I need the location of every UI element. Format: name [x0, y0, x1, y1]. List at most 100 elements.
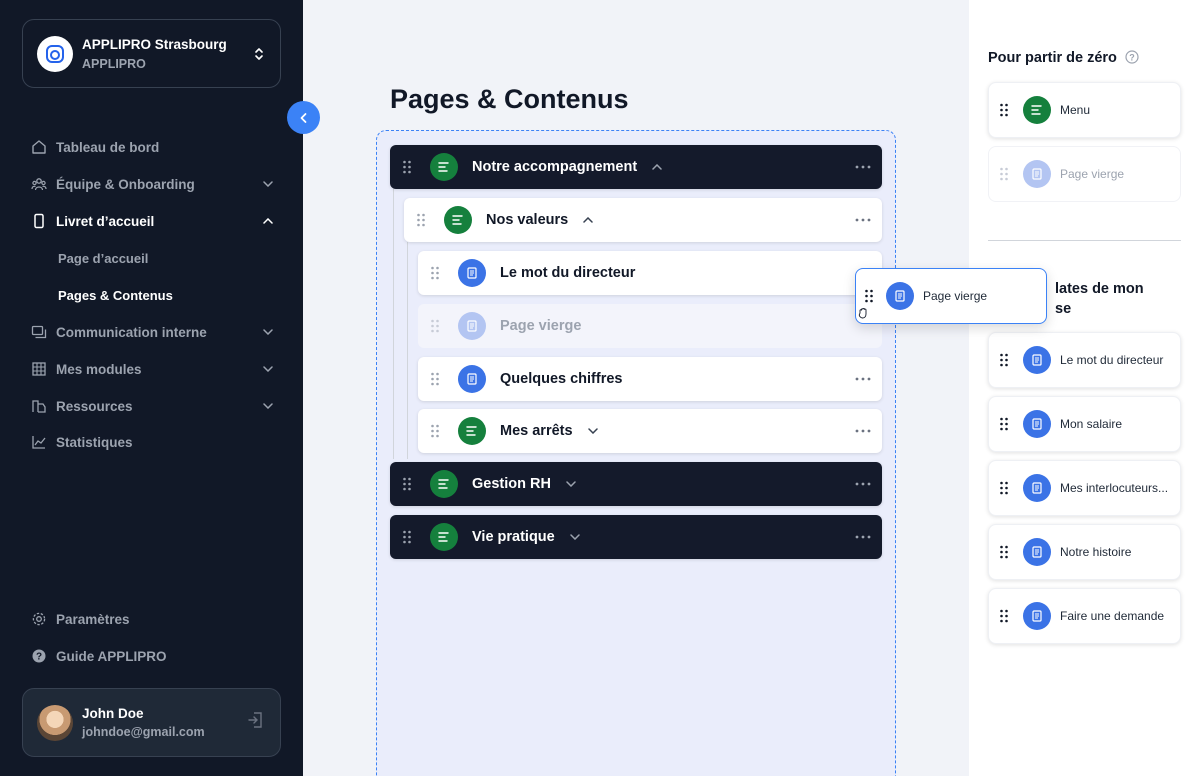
more-options-icon — [855, 377, 871, 381]
dragged-block-card[interactable]: Page vierge — [855, 268, 1047, 324]
grid-icon — [30, 360, 48, 378]
nav-item-statistics[interactable]: Statistiques — [30, 430, 275, 454]
resources-icon — [30, 397, 48, 415]
logout-icon[interactable] — [246, 710, 266, 735]
drag-handle-icon — [431, 319, 439, 333]
drag-handle-icon — [431, 266, 439, 280]
more-options-icon — [855, 429, 871, 433]
page-icon — [886, 282, 914, 310]
block-card-blank-page: Page vierge — [988, 146, 1181, 202]
grab-cursor-icon — [858, 308, 867, 319]
nav-item-team[interactable]: Équipe & Onboarding — [30, 172, 275, 196]
nav-item-label: Ressources — [56, 398, 133, 414]
more-options-icon — [855, 482, 871, 486]
tree-row-menu[interactable]: Mes arrêts — [418, 409, 882, 453]
team-icon — [30, 175, 48, 193]
scratch-section-title: Pour partir de zéro ? — [988, 48, 1139, 68]
page-title: Pages & Contenus — [390, 84, 629, 114]
nav-item-label: Livret d’accueil — [56, 213, 155, 229]
drag-handle-icon — [1000, 481, 1008, 495]
page-icon — [1023, 410, 1051, 438]
block-label: Faire une demande — [1060, 609, 1165, 623]
block-label: Le mot du directeur — [1060, 353, 1164, 367]
block-label: Page vierge — [1060, 167, 1125, 181]
help-icon: ? — [1125, 50, 1139, 64]
tree-row-menu[interactable]: Vie pratique — [390, 515, 882, 559]
drag-handle-icon — [403, 477, 411, 491]
nav-sub-home-page[interactable]: Page d’accueil — [58, 251, 148, 266]
drop-placeholder-row: Page vierge — [418, 304, 882, 348]
chevron-down-icon[interactable] — [569, 531, 581, 543]
chevron-down-icon — [261, 325, 275, 339]
more-options-icon — [855, 218, 871, 222]
nav-item-settings[interactable]: Paramètres — [30, 607, 275, 631]
chevron-up-icon — [261, 214, 275, 228]
block-label: Mes interlocuteurs... — [1060, 481, 1169, 495]
template-card[interactable]: Faire une demande — [988, 588, 1181, 644]
template-card[interactable]: Mon salaire — [988, 396, 1181, 452]
tree-row-menu[interactable]: Nos valeurs — [404, 198, 882, 242]
home-icon — [30, 138, 48, 156]
drag-handle-icon — [431, 424, 439, 438]
org-name: APPLIPRO Strasbourg — [82, 36, 227, 52]
drag-handle-icon — [865, 289, 873, 303]
nav-item-label: Tableau de bord — [56, 139, 160, 155]
block-label: Notre histoire — [1060, 545, 1132, 559]
chevron-down-icon[interactable] — [565, 478, 577, 490]
nav-sub-pages-contents[interactable]: Pages & Contenus — [58, 288, 173, 303]
menu-icon — [430, 153, 458, 181]
org-subtitle: APPLIPRO — [82, 56, 146, 71]
template-card[interactable]: Mes interlocuteurs... — [988, 460, 1181, 516]
svg-text:?: ? — [36, 652, 42, 663]
chevron-up-icon[interactable] — [582, 214, 594, 226]
row-label: Mes arrêts — [500, 423, 573, 439]
nav-item-label: Guide APPLIPRO — [56, 648, 167, 664]
chevron-down-icon — [261, 362, 275, 376]
template-card[interactable]: Notre histoire — [988, 524, 1181, 580]
more-options-icon — [855, 165, 871, 169]
tree-line — [407, 242, 408, 459]
drag-handle-icon — [403, 160, 411, 174]
page-icon — [1023, 474, 1051, 502]
tree-row-page[interactable]: Quelques chiffres — [418, 357, 882, 401]
block-card-menu[interactable]: Menu — [988, 82, 1181, 138]
template-card[interactable]: Le mot du directeur — [988, 332, 1181, 388]
nav-item-dashboard[interactable]: Tableau de bord — [30, 135, 275, 159]
tree-row-page[interactable]: Le mot du directeur — [418, 251, 882, 295]
drag-handle-icon — [1000, 353, 1008, 367]
collapse-sidebar-button[interactable] — [287, 101, 320, 134]
nav-item-guide[interactable]: ? Guide APPLIPRO — [30, 644, 275, 668]
row-label: Quelques chiffres — [500, 371, 623, 387]
tree-row-menu[interactable]: Gestion RH — [390, 462, 882, 506]
user-name: John Doe — [82, 706, 144, 721]
nav-item-welcome-book[interactable]: Livret d’accueil — [30, 209, 275, 233]
tree-line — [393, 189, 394, 459]
menu-icon — [444, 206, 472, 234]
menu-icon — [1023, 96, 1051, 124]
drag-handle-icon — [1000, 167, 1008, 181]
chevron-down-icon — [261, 177, 275, 191]
drag-handle-icon — [431, 372, 439, 386]
block-label: Mon salaire — [1060, 417, 1123, 431]
nav-item-modules[interactable]: Mes modules — [30, 357, 275, 381]
org-switcher[interactable]: APPLIPRO Strasbourg APPLIPRO — [22, 19, 281, 88]
divider — [988, 240, 1181, 241]
chevron-down-icon[interactable] — [587, 425, 599, 437]
templates-section-title: lates de mon se — [1055, 281, 1144, 317]
avatar — [37, 704, 73, 741]
page-icon — [458, 312, 486, 340]
nav-item-resources[interactable]: Ressources — [30, 394, 275, 418]
page-icon — [458, 365, 486, 393]
user-card[interactable]: John Doe johndoe@gmail.com — [22, 688, 281, 757]
chart-icon — [30, 433, 48, 451]
user-email: johndoe@gmail.com — [82, 725, 205, 739]
block-label: Page vierge — [923, 289, 988, 303]
tree-row-menu[interactable]: Notre accompagnement — [390, 145, 882, 189]
nav-item-label: Équipe & Onboarding — [56, 176, 195, 192]
menu-icon — [458, 417, 486, 445]
chevron-left-icon — [300, 112, 306, 123]
chevron-up-icon[interactable] — [651, 161, 663, 173]
nav-item-internal-comms[interactable]: Communication interne — [30, 320, 275, 344]
chevron-up-down-icon[interactable] — [252, 45, 266, 63]
menu-icon — [430, 523, 458, 551]
